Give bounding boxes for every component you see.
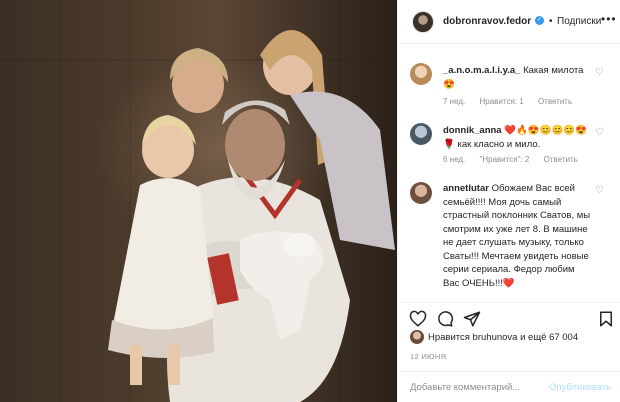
comment-text-block: _a.n.o.m.a.l.i.y.a_ Какая милота 😍 <box>443 64 593 91</box>
comment-text-block: donnik_anna ❤️🔥😍😊😊😊😍🌹 как класно и мило. <box>443 124 593 151</box>
verified-badge-icon: ✓ <box>535 16 544 25</box>
like-heart-icon[interactable] <box>409 310 427 328</box>
post-sidebar: dobronravov.fedor ✓ • Подписки ••• _a.n.… <box>397 0 620 402</box>
comment-meta: 7 нед. Нравится: 1 Ответить <box>443 97 584 106</box>
more-options-icon[interactable]: ••• <box>601 12 617 26</box>
comment-username[interactable]: donnik_anna <box>443 125 502 136</box>
author-avatar[interactable] <box>412 11 434 33</box>
comment-meta: 6 нед. "Нравится": 2 Ответить <box>443 155 590 164</box>
commenter-avatar[interactable] <box>410 182 432 204</box>
reply-button[interactable]: Ответить <box>544 155 578 164</box>
header-separator: • <box>549 16 553 27</box>
publish-button[interactable]: Опубликовать <box>549 382 611 393</box>
commenter-avatar[interactable] <box>410 123 432 145</box>
comment-text-block: annetlutar Обожаем Вас всей семьёй!!!! М… <box>443 182 593 290</box>
comment-time[interactable]: 6 нед. <box>443 155 465 164</box>
comment-item: _a.n.o.m.a.l.i.y.a_ Какая милота 😍 7 нед… <box>398 60 620 110</box>
author-username[interactable]: dobronravov.fedor <box>443 16 531 27</box>
like-comment-icon[interactable]: ♡ <box>595 127 604 138</box>
like-comment-icon[interactable]: ♡ <box>595 67 604 78</box>
like-comment-icon[interactable]: ♡ <box>595 185 604 196</box>
comment-likes[interactable]: Нравится: 1 <box>480 97 524 106</box>
comment-username[interactable]: annetlutar <box>443 183 489 194</box>
comment-item: annetlutar Обожаем Вас всей семьёй!!!! М… <box>398 180 620 292</box>
likes-count-text[interactable]: Нравится bruhunova и ещё 67 004 <box>428 332 578 343</box>
post-photo[interactable] <box>0 0 397 402</box>
liker-avatar[interactable] <box>410 330 424 344</box>
comment-bubble-icon[interactable] <box>436 310 454 328</box>
post-date[interactable]: 12 ИЮНЯ <box>410 352 446 361</box>
comment-item: donnik_anna ❤️🔥😍😊😊😊😍🌹 как класно и мило.… <box>398 120 620 170</box>
photo-illustration <box>0 0 397 402</box>
comment-time[interactable]: 7 нед. <box>443 97 465 106</box>
share-paper-plane-icon[interactable] <box>463 310 481 328</box>
add-comment-bar: Добавьте комментарий... Опубликовать <box>398 371 620 402</box>
commenter-avatar[interactable] <box>410 63 432 85</box>
comment-body: Обожаем Вас всей семьёй!!!! Моя дочь сам… <box>443 183 591 289</box>
add-comment-input[interactable]: Добавьте комментарий... <box>410 382 520 393</box>
reply-button[interactable]: Ответить <box>538 97 572 106</box>
comment-likes[interactable]: "Нравится": 2 <box>480 155 530 164</box>
likes-summary: Нравится bruhunova и ещё 67 004 <box>398 330 620 350</box>
following-button[interactable]: Подписки <box>557 16 601 27</box>
comment-username[interactable]: _a.n.o.m.a.l.i.y.a_ <box>443 65 520 76</box>
bookmark-icon[interactable] <box>597 310 615 328</box>
post-header: dobronravov.fedor ✓ • Подписки ••• <box>398 0 620 44</box>
